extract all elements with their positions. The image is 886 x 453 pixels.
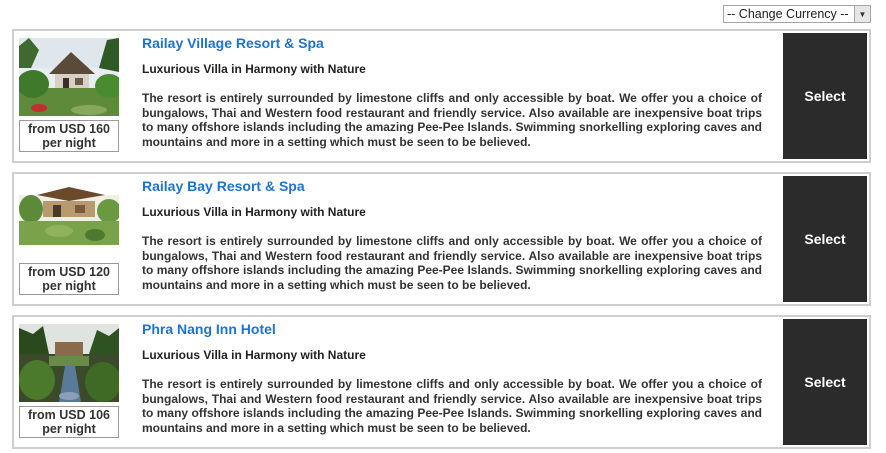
price-amount: from USD 106 <box>28 408 110 422</box>
hotel-description: The resort is entirely surrounded by lim… <box>142 234 762 292</box>
hotel-card: from USD 120 per night Railay Bay Resort… <box>12 172 871 306</box>
price-unit: per night <box>42 136 96 150</box>
select-button[interactable]: Select <box>783 176 867 302</box>
price-amount: from USD 160 <box>28 122 110 136</box>
price-box: from USD 106 per night <box>19 406 119 438</box>
price-unit: per night <box>42 279 96 293</box>
change-currency-select[interactable]: -- Change Currency -- ▼ <box>723 5 871 23</box>
hotel-name-link[interactable]: Phra Nang Inn Hotel <box>142 321 276 337</box>
price-box: from USD 160 per night <box>19 120 119 152</box>
select-button[interactable]: Select <box>783 33 867 159</box>
currency-select-label: -- Change Currency -- <box>727 7 849 21</box>
hotel-card: from USD 106 per night Phra Nang Inn Hot… <box>12 315 871 449</box>
hotel-name-link[interactable]: Railay Bay Resort & Spa <box>142 178 305 194</box>
hotel-tagline: Luxurious Villa in Harmony with Nature <box>142 205 366 219</box>
select-button[interactable]: Select <box>783 319 867 445</box>
hotel-tagline: Luxurious Villa in Harmony with Nature <box>142 348 366 362</box>
hotel-photo[interactable] <box>19 38 119 116</box>
chevron-down-icon[interactable]: ▼ <box>854 6 870 22</box>
hotel-card: from USD 160 per night Railay Village Re… <box>12 29 871 163</box>
price-amount: from USD 120 <box>28 265 110 279</box>
price-box: from USD 120 per night <box>19 263 119 295</box>
hotel-photo[interactable] <box>19 324 119 402</box>
hotel-photo[interactable] <box>19 181 119 259</box>
price-unit: per night <box>42 422 96 436</box>
hotel-description: The resort is entirely surrounded by lim… <box>142 91 762 149</box>
hotel-tagline: Luxurious Villa in Harmony with Nature <box>142 62 366 76</box>
hotel-description: The resort is entirely surrounded by lim… <box>142 377 762 435</box>
hotel-name-link[interactable]: Railay Village Resort & Spa <box>142 35 324 51</box>
